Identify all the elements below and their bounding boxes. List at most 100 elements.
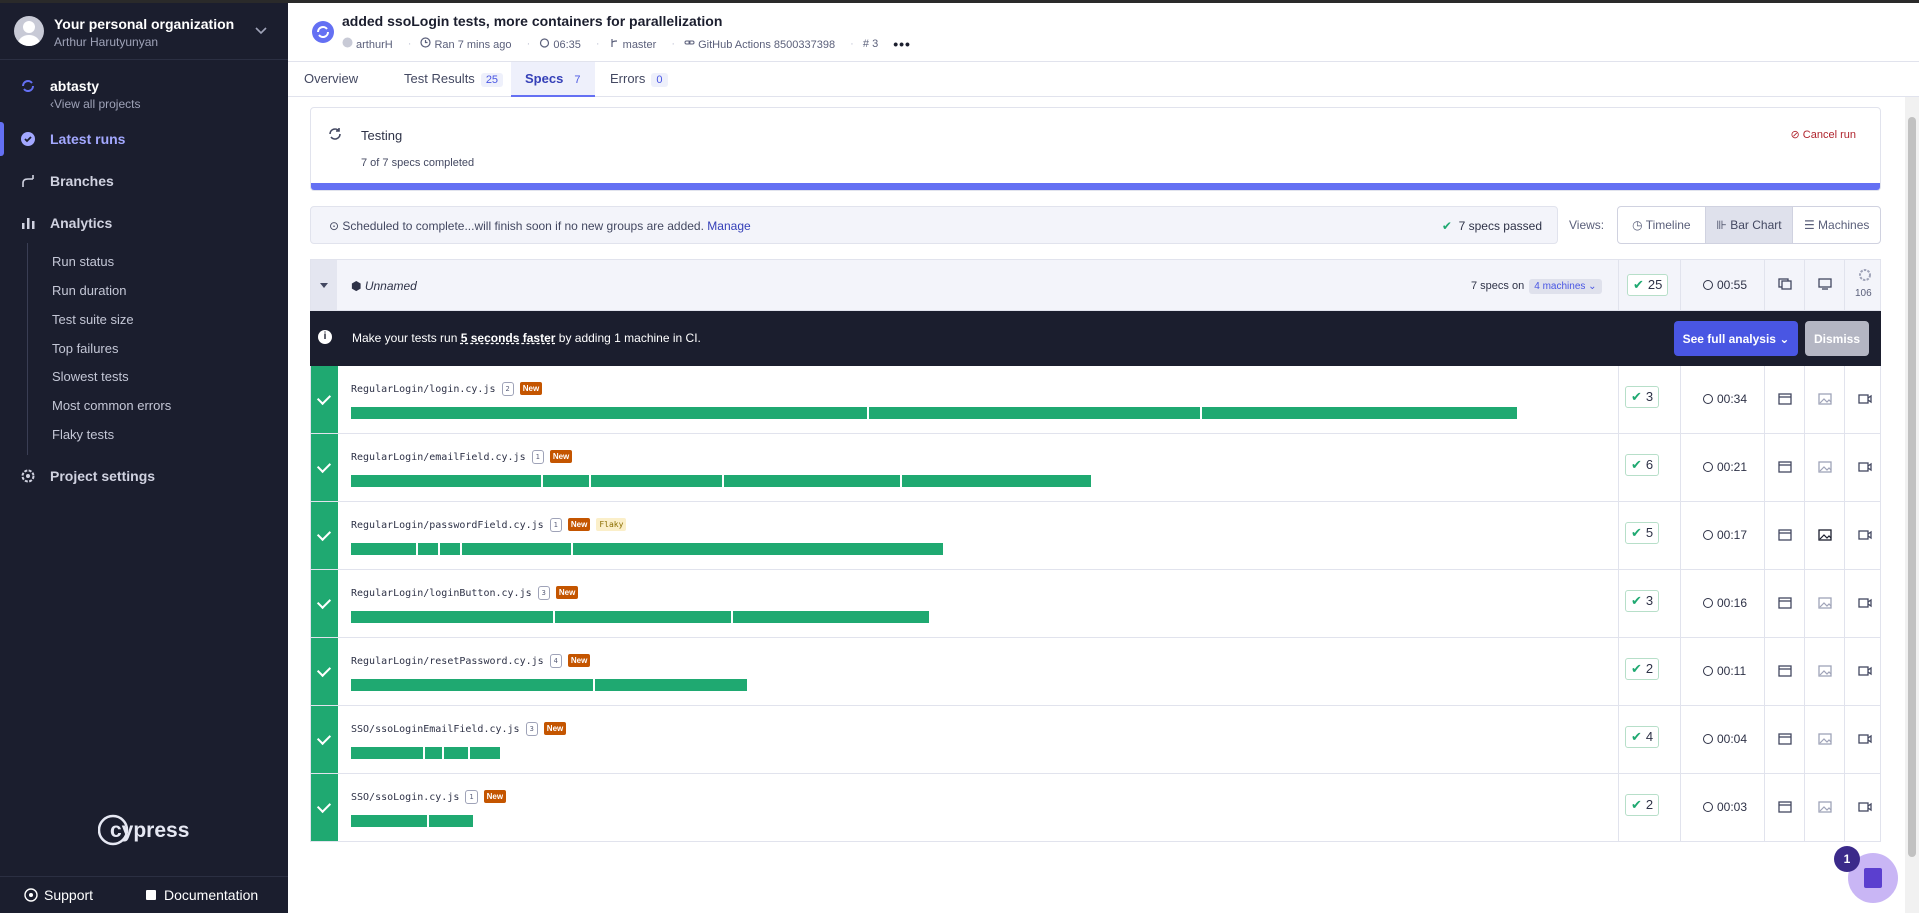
spec-video-cell[interactable] <box>1844 638 1882 705</box>
clock-icon: ◷ <box>1632 218 1643 232</box>
test-duration-bar[interactable] <box>418 543 440 555</box>
spec-screenshots-cell[interactable] <box>1804 774 1844 841</box>
spec-screenshots-cell[interactable] <box>1804 434 1844 501</box>
test-duration-bar[interactable] <box>351 475 543 487</box>
spec-row[interactable]: RegularLogin/loginButton.cy.js 3 New ✔ 3 00:1… <box>310 570 1881 638</box>
spec-output-cell[interactable] <box>1764 434 1804 501</box>
test-duration-bar[interactable] <box>555 611 733 623</box>
test-duration-bar[interactable] <box>573 543 943 555</box>
sidebar-item-run-status[interactable]: Run status <box>52 254 114 269</box>
see-full-analysis-button[interactable]: See full analysis ⌄ <box>1674 321 1798 356</box>
spec-screenshots-cell[interactable] <box>1804 366 1844 433</box>
sidebar-item-slowest-tests[interactable]: Slowest tests <box>52 369 129 384</box>
test-duration-bar[interactable] <box>351 611 555 623</box>
sidebar-item-label: Latest runs <box>50 131 126 147</box>
spec-screenshots-cell[interactable] <box>1804 570 1844 637</box>
manage-link[interactable]: Manage <box>707 219 750 233</box>
spec-duration-cell: 00:04 <box>1680 706 1764 773</box>
sidebar-item-project-settings[interactable]: Project settings <box>0 459 288 493</box>
author[interactable]: arthurH <box>342 37 399 51</box>
sidebar-item-top-failures[interactable]: Top failures <box>52 341 118 356</box>
view-bar-chart-button[interactable]: ⊪ Bar Chart <box>1705 207 1794 243</box>
spec-output-cell[interactable] <box>1764 774 1804 841</box>
spec-file[interactable]: RegularLogin/loginButton.cy.js 3 New <box>351 586 579 600</box>
spec-output-cell[interactable] <box>1764 366 1804 433</box>
test-duration-bar[interactable] <box>444 747 470 759</box>
spec-video-cell[interactable] <box>1844 434 1882 501</box>
org-switcher[interactable]: Your personal organization Arthur Haruty… <box>0 3 288 60</box>
spec-video-cell[interactable] <box>1844 570 1882 637</box>
sidebar-item-test-suite-size[interactable]: Test suite size <box>52 312 134 327</box>
test-duration-bar[interactable] <box>351 543 418 555</box>
spec-row[interactable]: RegularLogin/emailField.cy.js 1 New ✔ 6 00:21 <box>310 434 1881 502</box>
test-duration-bar[interactable] <box>733 611 929 623</box>
ci-link[interactable]: GitHub Actions 8500337398 <box>684 37 841 51</box>
test-duration-bar[interactable] <box>351 679 595 691</box>
sidebar-item-flaky-tests[interactable]: Flaky tests <box>52 427 114 442</box>
sidebar-item-run-duration[interactable]: Run duration <box>52 283 126 298</box>
group-screenshots-cell[interactable] <box>1764 260 1804 310</box>
test-duration-bar[interactable] <box>595 679 747 691</box>
spec-output-cell[interactable] <box>1764 502 1804 569</box>
spec-screenshots-cell[interactable] <box>1804 638 1844 705</box>
spec-video-cell[interactable] <box>1844 502 1882 569</box>
spec-output-cell[interactable] <box>1764 638 1804 705</box>
cancel-run-button[interactable]: ⊘ Cancel run <box>1791 128 1856 141</box>
spec-video-cell[interactable] <box>1844 706 1882 773</box>
sidebar-item-branches[interactable]: Branches <box>0 164 288 198</box>
spec-file[interactable]: RegularLogin/login.cy.js 2 New <box>351 382 543 396</box>
spec-video-cell[interactable] <box>1844 366 1882 433</box>
spec-file[interactable]: RegularLogin/passwordField.cy.js 1 New Flak… <box>351 518 627 532</box>
test-duration-bar[interactable] <box>869 407 1202 419</box>
support-link[interactable]: Support <box>24 887 93 903</box>
test-duration-bar[interactable] <box>462 543 573 555</box>
test-duration-bar[interactable] <box>724 475 902 487</box>
spec-row[interactable]: RegularLogin/login.cy.js 2 New ✔ 3 00:34 <box>310 366 1881 434</box>
spec-file[interactable]: SSO/ssoLoginEmailField.cy.js 3 New <box>351 722 567 736</box>
sidebar-item-analytics[interactable]: Analytics <box>0 206 288 240</box>
test-duration-bar[interactable] <box>425 747 444 759</box>
spec-row[interactable]: SSO/ssoLoginEmailField.cy.js 3 New ✔ 4 00:04 <box>310 706 1881 774</box>
view-machines-button[interactable]: ☰ Machines <box>1793 207 1880 243</box>
spec-file[interactable]: RegularLogin/emailField.cy.js 1 New <box>351 450 573 464</box>
spec-row[interactable]: SSO/ssoLogin.cy.js 1 New ✔ 2 00:03 <box>310 774 1881 842</box>
spec-output-cell[interactable] <box>1764 706 1804 773</box>
view-timeline-button[interactable]: ◷ Timeline <box>1618 207 1706 243</box>
scrollbar-thumb[interactable] <box>1908 117 1916 857</box>
spec-output-cell[interactable] <box>1764 570 1804 637</box>
test-duration-bar[interactable] <box>351 747 425 759</box>
sidebar-item-common-errors[interactable]: Most common errors <box>52 398 171 413</box>
duration-text: 00:04 <box>1717 732 1748 746</box>
spec-video-cell[interactable] <box>1844 774 1882 841</box>
chevron-down-icon[interactable] <box>252 21 270 39</box>
tab-specs[interactable]: Specs 7 <box>511 62 595 97</box>
group-machines-cell[interactable] <box>1804 260 1844 310</box>
spec-row[interactable]: RegularLogin/resetPassword.cy.js 4 New ✔ 2 00… <box>310 638 1881 706</box>
spec-file[interactable]: RegularLogin/resetPassword.cy.js 4 New <box>351 654 591 668</box>
tab-overview[interactable]: Overview <box>304 62 358 97</box>
view-all-projects-link[interactable]: ‹View all projects <box>50 97 140 111</box>
tab-errors[interactable]: Errors 0 <box>610 62 668 97</box>
test-duration-bar[interactable] <box>1202 407 1517 419</box>
documentation-link[interactable]: Documentation <box>144 887 258 903</box>
dismiss-button[interactable]: Dismiss <box>1805 321 1869 356</box>
scrollbar[interactable] <box>1905 97 1919 913</box>
branch[interactable]: master <box>609 37 663 51</box>
spec-screenshots-cell[interactable] <box>1804 706 1844 773</box>
more-actions-button[interactable]: ••• <box>893 36 911 52</box>
test-duration-bar[interactable] <box>470 747 500 759</box>
spec-screenshots-cell[interactable] <box>1804 502 1844 569</box>
tab-test-results[interactable]: Test Results 25 <box>404 62 504 97</box>
test-duration-bar[interactable] <box>351 407 869 419</box>
test-duration-bar[interactable] <box>351 815 429 827</box>
test-duration-bar[interactable] <box>902 475 1091 487</box>
machines-dropdown[interactable]: 4 machines ⌄ <box>1529 279 1602 294</box>
test-duration-bar[interactable] <box>440 543 462 555</box>
spec-row[interactable]: RegularLogin/passwordField.cy.js 1 New Flak… <box>310 502 1881 570</box>
collapse-group-button[interactable] <box>311 260 337 310</box>
sidebar-item-latest-runs[interactable]: Latest runs <box>0 122 288 156</box>
test-duration-bar[interactable] <box>591 475 724 487</box>
test-duration-bar[interactable] <box>429 815 473 827</box>
spec-file[interactable]: SSO/ssoLogin.cy.js 1 New <box>351 790 507 804</box>
test-duration-bar[interactable] <box>543 475 591 487</box>
